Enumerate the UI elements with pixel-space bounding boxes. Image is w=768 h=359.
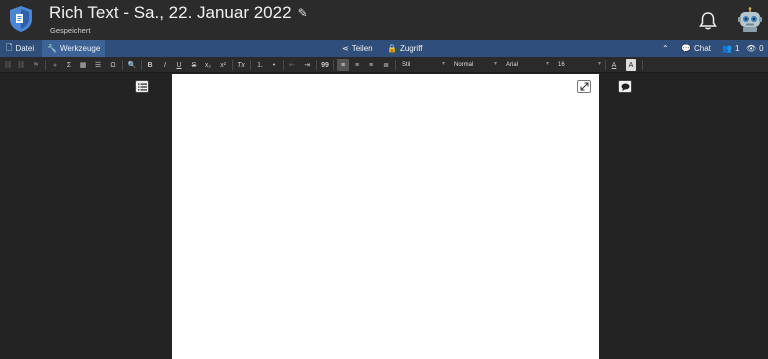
font-select[interactable]: Arial ▾ [503,59,551,71]
users-icon: 👥 [722,44,732,53]
find-replace-icon[interactable]: 🔍 [127,59,137,71]
numbered-list-icon[interactable]: ⒈ [255,59,265,71]
chevron-up-icon: ⌃ [662,44,669,53]
save-status: Gespeichert [50,26,91,35]
fullscreen-button[interactable] [577,80,591,93]
document-title[interactable]: Rich Text - Sa., 22. Januar 2022 ✎ [49,3,308,23]
align-center-icon[interactable]: ≡ [352,59,362,71]
toolbar-separator [395,60,396,70]
underline-button[interactable]: U [174,59,184,71]
toolbar-separator [333,60,334,70]
align-right-icon[interactable]: ≡ [366,59,376,71]
indent-icon[interactable]: ⇥ [302,59,312,71]
toolbar-separator [316,60,317,70]
access-button[interactable]: 🔒 Zugriff [382,40,428,57]
table-icon[interactable]: ▦ [78,59,88,71]
chevron-down-icon: ▾ [597,61,601,67]
unlink-icon[interactable]: ⛓ [16,59,26,71]
users-count: 1 [734,44,740,53]
blockquote-button[interactable]: 99 [320,59,330,71]
comments-panel [599,74,768,359]
format-select[interactable]: Normal ▾ [451,59,499,71]
document-page[interactable] [172,74,599,359]
tools-menu-label: Werkzeuge [59,44,101,53]
comment-icon[interactable]: ● [50,59,60,71]
bullet-list-icon[interactable]: • [269,59,279,71]
collapse-toolbar-button[interactable]: ⌃ [657,40,674,57]
wrench-icon: 🔧 [47,44,57,53]
toolbar-separator [45,60,46,70]
lock-icon: 🔒 [387,44,397,53]
subscript-button[interactable]: x₂ [203,59,213,71]
chat-button[interactable]: 💬 Chat [676,40,716,57]
list-icon [137,83,147,90]
chat-icon: 💬 [681,44,691,53]
menu-bar: 🗋 Datei 🔧 Werkzeuge ⋖ Teilen 🔒 Zugriff ⌃… [0,40,768,57]
outline-panel [0,74,172,359]
expand-icon [580,82,588,91]
file-menu-label: Datei [15,44,35,53]
toolbar-separator [605,60,606,70]
shield-logo-icon[interactable] [9,5,33,33]
sigma-icon[interactable]: Σ [64,59,74,71]
chevron-down-icon: ▾ [493,61,497,67]
eye-icon: 👁 [746,44,757,53]
align-left-icon[interactable]: ≡ [337,59,349,71]
file-icon: 🗋 [6,42,13,52]
horizontal-line-icon[interactable]: ☰ [93,59,103,71]
share-button-label: Teilen [351,44,373,53]
style-select[interactable]: Stil ▾ [399,59,447,71]
share-button[interactable]: ⋖ Teilen [337,40,378,57]
superscript-button[interactable]: x² [218,59,228,71]
share-icon: ⋖ [342,44,349,53]
toolbar-separator [122,60,123,70]
tools-menu[interactable]: 🔧 Werkzeuge [42,40,106,57]
flag-icon[interactable]: ⚑ [31,59,41,71]
size-select-value: 16 [558,62,565,68]
toolbar-separator [283,60,284,70]
outdent-icon[interactable]: ⇤ [287,59,297,71]
document-title-text[interactable]: Rich Text - Sa., 22. Januar 2022 [49,3,292,23]
style-select-value: Stil [402,62,411,68]
special-char-icon[interactable]: Ω [108,59,118,71]
chevron-down-icon: ▾ [545,61,549,67]
clear-format-button[interactable]: Tx [236,59,246,71]
bold-button[interactable]: B [145,59,155,71]
pencil-icon[interactable]: ✎ [298,6,308,20]
formatting-toolbar: ⛓ ⛓ ⚑ ● Σ ▦ ☰ Ω 🔍 B I U S x₂ x² Tx ⒈ • ⇤… [0,57,768,73]
italic-button[interactable]: I [160,59,170,71]
strikethrough-button[interactable]: S [189,59,199,71]
toolbar-separator [232,60,233,70]
comments-toggle-button[interactable] [618,80,632,93]
toolbar-separator [141,60,142,70]
outline-toggle-button[interactable] [135,80,149,93]
size-select[interactable]: 16 ▾ [555,59,603,71]
viewers-indicator[interactable]: 👁 0 [741,40,768,57]
robot-avatar-icon[interactable] [737,7,763,33]
chevron-down-icon: ▾ [441,61,445,67]
toolbar-separator [250,60,251,70]
font-color-button[interactable]: A [609,59,619,71]
access-button-label: Zugriff [399,44,423,53]
format-select-value: Normal [454,62,474,68]
chat-button-label: Chat [693,44,711,53]
toolbar-separator [642,60,643,70]
file-menu[interactable]: 🗋 Datei [1,40,39,57]
background-color-button[interactable]: A [626,59,636,71]
bell-icon[interactable] [698,11,718,31]
viewers-count: 0 [759,44,764,53]
font-select-value: Arial [506,62,519,68]
link-icon[interactable]: ⛓ [3,59,13,71]
speech-bubble-icon [621,83,629,91]
app-header: Rich Text - Sa., 22. Januar 2022 ✎ Gespe… [0,0,768,40]
justify-icon[interactable]: ≣ [381,59,391,71]
